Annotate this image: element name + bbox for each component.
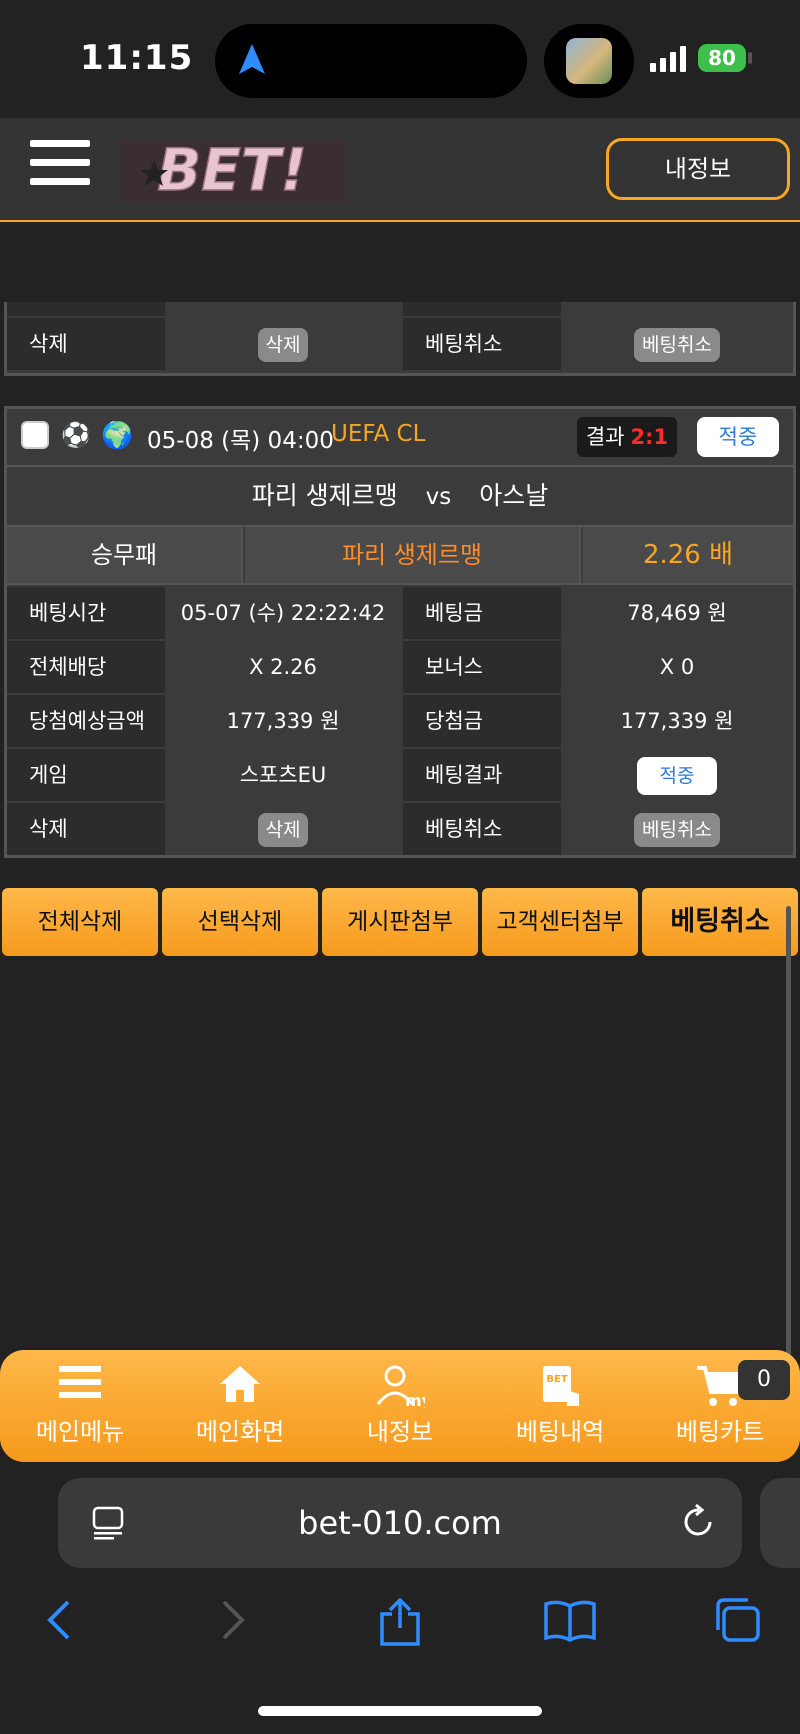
pick-team: 파리 생제르맹 xyxy=(245,527,581,583)
nav-label: 베팅카트 xyxy=(675,1418,765,1446)
match-date: 05-08 (목) 04:00 xyxy=(147,428,334,454)
cancel-label: 베팅취소 xyxy=(403,803,561,855)
back-icon[interactable] xyxy=(44,1598,76,1642)
total-odds-value: X 2.26 xyxy=(165,641,401,693)
cancel-bet-button[interactable]: 베팅취소 xyxy=(634,813,720,847)
attach-board-button[interactable]: 게시판첨부 xyxy=(322,888,478,956)
browser-toolbar: bet-010.com xyxy=(0,1462,800,1734)
live-activity xyxy=(544,24,634,98)
bet-logo[interactable]: BET! xyxy=(120,136,345,206)
my-icon: my xyxy=(376,1365,425,1408)
table-row: 게임 스포츠EU 베팅결과 적중 xyxy=(7,749,793,801)
away-team: 아스날 xyxy=(479,481,549,510)
match-teams: 파리 생제르맹 vs 아스날 xyxy=(7,465,793,525)
total-odds-label: 전체배당 xyxy=(7,641,165,693)
location-arrow-icon xyxy=(239,44,265,74)
tabs-icon[interactable] xyxy=(714,1598,762,1642)
bonus-value: X 0 xyxy=(561,641,793,693)
table-row: 전체배당 X 2.26 보너스 X 0 xyxy=(7,641,793,693)
bet-card: ⚽ 🌍 05-08 (목) 04:00 UEFA CL 결과 2:1 적중 파리 … xyxy=(4,406,796,858)
home-icon xyxy=(220,1366,260,1402)
reload-icon[interactable] xyxy=(680,1502,718,1542)
svg-text:my: my xyxy=(405,1391,425,1408)
bookmarks-icon[interactable] xyxy=(544,1598,596,1642)
bet-time-value: 05-07 (수) 22:22:42 xyxy=(165,587,401,639)
action-bar: 전체삭제 선택삭제 게시판첨부 고객센터첨부 베팅취소 xyxy=(0,888,800,960)
bet-card-header: ⚽ 🌍 05-08 (목) 04:00 UEFA CL 결과 2:1 적중 xyxy=(7,409,793,465)
nav-label: 메인화면 xyxy=(195,1418,285,1446)
battery-tip xyxy=(748,52,752,64)
pick-type: 승무패 xyxy=(7,527,243,583)
cancel-label: 베팅취소 xyxy=(403,318,561,370)
nav-home[interactable]: 메인화면 xyxy=(160,1350,320,1462)
vs-label: vs xyxy=(425,484,452,510)
bonus-label: 보너스 xyxy=(403,641,561,693)
nav-my-info[interactable]: my 내정보 xyxy=(320,1350,480,1462)
hamburger-menu-icon[interactable] xyxy=(30,140,90,192)
forward-icon[interactable] xyxy=(216,1598,248,1642)
url-text: bet-010.com xyxy=(298,1504,502,1542)
bet-result-label: 베팅결과 xyxy=(403,749,561,801)
bottom-nav: 메인메뉴 메인화면 my 내정보 BET 베팅내역 베팅카트 0 xyxy=(0,1350,800,1462)
cancel-bet-button[interactable]: 베팅취소 xyxy=(634,328,720,362)
menu-icon xyxy=(59,1366,101,1398)
battery-icon: 80 xyxy=(698,44,746,72)
soccer-ball-icon: ⚽ xyxy=(61,421,91,449)
league-name: UEFA CL xyxy=(331,421,426,447)
game-label: 게임 xyxy=(7,749,165,801)
nav-main-menu[interactable]: 메인메뉴 xyxy=(0,1350,160,1462)
status-badge: 적중 xyxy=(697,417,779,457)
app-thumbnail-icon xyxy=(566,38,612,84)
expected-win-value: 177,339 원 xyxy=(165,695,401,747)
cellular-signal-icon xyxy=(650,46,686,72)
dynamic-island xyxy=(215,24,527,98)
bet-amount-value: 78,469 원 xyxy=(561,587,793,639)
pick-row: 승무패 파리 생제르맹 2.26 배 xyxy=(7,525,793,585)
delete-label: 삭제 xyxy=(7,803,165,855)
cart-count-badge: 0 xyxy=(738,1360,790,1400)
delete-button[interactable]: 삭제 xyxy=(257,328,309,362)
pick-odds: 2.26 배 xyxy=(583,527,793,583)
clock: 11:15 xyxy=(80,38,194,78)
nav-label: 베팅내역 xyxy=(515,1418,605,1446)
attach-support-button[interactable]: 고객센터첨부 xyxy=(482,888,638,956)
bet-result-badge: 적중 xyxy=(637,757,717,795)
bet-amount-label: 베팅금 xyxy=(403,587,561,639)
address-bar[interactable]: bet-010.com xyxy=(58,1478,742,1568)
my-info-button[interactable]: 내정보 xyxy=(606,138,790,200)
home-team: 파리 생제르맹 xyxy=(251,481,398,510)
next-tab-pill[interactable] xyxy=(760,1478,800,1568)
svg-text:BET!: BET! xyxy=(157,136,307,204)
delete-label: 삭제 xyxy=(7,318,165,370)
status-bar: 11:15 80 xyxy=(0,0,800,118)
bet-time-label: 베팅시간 xyxy=(7,587,165,639)
globe-icon: 🌍 xyxy=(101,421,134,451)
nav-bet-history[interactable]: BET 베팅내역 xyxy=(480,1350,640,1462)
win-amount-label: 당첨금 xyxy=(403,695,561,747)
delete-button[interactable]: 삭제 xyxy=(257,813,309,847)
table-row: 삭제 삭제 베팅취소 베팅취소 xyxy=(7,803,793,855)
cancel-bet-button[interactable]: 베팅취소 xyxy=(642,888,798,956)
svg-text:BET: BET xyxy=(546,1374,567,1385)
table-row: 베팅시간 05-07 (수) 22:22:42 베팅금 78,469 원 xyxy=(7,587,793,639)
delete-selected-button[interactable]: 선택삭제 xyxy=(162,888,318,956)
table-row: 당첨예상금액 177,339 원 당첨금 177,339 원 xyxy=(7,695,793,747)
share-icon[interactable] xyxy=(378,1598,422,1646)
result-score: 2:1 xyxy=(630,425,669,449)
result-label: 결과 xyxy=(585,425,625,449)
spacer xyxy=(0,222,800,302)
home-indicator xyxy=(258,1706,542,1716)
previous-bet-card: 삭제 삭제 베팅취소 베팅취소 xyxy=(4,302,796,376)
bet-history-icon: BET xyxy=(543,1366,579,1406)
site-header: BET! 내정보 xyxy=(0,118,800,222)
result-box: 결과 2:1 xyxy=(577,417,677,457)
win-amount-value: 177,339 원 xyxy=(561,695,793,747)
nav-label: 메인메뉴 xyxy=(35,1418,125,1446)
expected-win-label: 당첨예상금액 xyxy=(7,695,165,747)
game-value: 스포츠EU xyxy=(165,749,401,801)
delete-all-button[interactable]: 전체삭제 xyxy=(2,888,158,956)
select-checkbox[interactable] xyxy=(21,421,49,449)
nav-label: 내정보 xyxy=(366,1418,434,1446)
